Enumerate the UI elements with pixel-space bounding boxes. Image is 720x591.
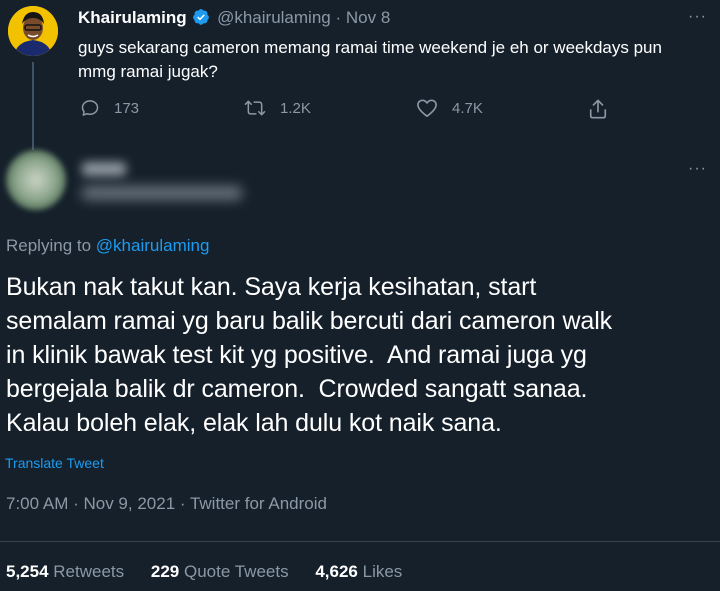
tweet-timestamp[interactable]: 7:00 AM · Nov 9, 2021 · Twitter for Andr… — [6, 494, 327, 514]
separator-dot: · — [335, 8, 346, 27]
avatar-image — [8, 6, 58, 56]
likes-label: Likes — [362, 562, 403, 581]
reply-text-line: Kalau boleh elak, elak lah dulu kot naik… — [6, 409, 502, 437]
reply-text-line: in klinik bawak test kit yg positive. An… — [6, 341, 587, 369]
reply-button[interactable]: 173 — [80, 98, 139, 118]
replying-to-prefix: Replying to — [6, 236, 92, 255]
reply-text-line: semalam ramai yg baru balik bercuti dari… — [6, 307, 613, 335]
author-avatar[interactable] — [8, 6, 58, 56]
tweet-date[interactable]: Nov 8 — [346, 8, 390, 27]
reply-text-line: Bukan nak takut kan. Saya kerja kesihata… — [6, 273, 537, 301]
share-button[interactable] — [588, 98, 622, 120]
heart-icon — [417, 99, 437, 117]
reply-text-line: bergejala balik dr cameron. Crowded sang… — [6, 375, 588, 403]
more-options-icon[interactable]: ··· — [688, 8, 707, 26]
author-name[interactable]: Khairulaming — [78, 8, 187, 27]
retweet-count: 1.2K — [280, 99, 311, 117]
reply-icon — [81, 100, 99, 116]
like-count: 4.7K — [452, 99, 483, 117]
retweet-button[interactable]: 1.2K — [244, 98, 311, 118]
verified-badge-icon — [193, 9, 210, 25]
reply-author-name-blurred — [82, 162, 126, 176]
divider — [0, 541, 720, 542]
retweet-icon — [244, 100, 266, 116]
retweets-label: Retweets — [53, 562, 125, 581]
reply-more-options-icon[interactable]: ··· — [688, 160, 707, 178]
engagement-stats: 5,254 Retweets 229 Quote Tweets 4,626 Li… — [6, 562, 424, 582]
reply-author-avatar-blurred[interactable] — [6, 150, 66, 210]
translate-tweet-link[interactable]: Translate Tweet — [5, 455, 104, 471]
quote-tweets-total: 229 — [150, 562, 180, 581]
retweets-stat[interactable]: 5,254 Retweets — [6, 562, 129, 581]
thread-connector-line — [32, 62, 34, 150]
like-button[interactable]: 4.7K — [416, 98, 483, 118]
reply-tweet-text: Bukan nak takut kan. Saya kerja kesihata… — [6, 270, 718, 440]
reply-author-handle-blurred — [82, 186, 242, 200]
replying-to-line: Replying to @khairulaming — [6, 236, 209, 256]
tweet-actions: 173 1.2K 4.7K — [78, 98, 638, 126]
parent-tweet-text: guys sekarang cameron memang ramai time … — [78, 38, 662, 81]
author-handle[interactable]: @khairulaming — [217, 8, 331, 27]
reply-count: 173 — [114, 99, 140, 117]
quote-tweets-stat[interactable]: 229 Quote Tweets — [151, 562, 293, 581]
quote-tweets-label: Quote Tweets — [184, 562, 289, 581]
likes-stat[interactable]: 4,626 Likes — [315, 562, 402, 581]
share-icon — [589, 99, 607, 119]
likes-total: 4,626 — [315, 562, 358, 581]
replying-to-mention[interactable]: @khairulaming — [96, 236, 210, 255]
retweets-total: 5,254 — [6, 562, 49, 581]
tweet-header: Khairulaming @khairulaming · Nov 8 — [78, 8, 390, 28]
